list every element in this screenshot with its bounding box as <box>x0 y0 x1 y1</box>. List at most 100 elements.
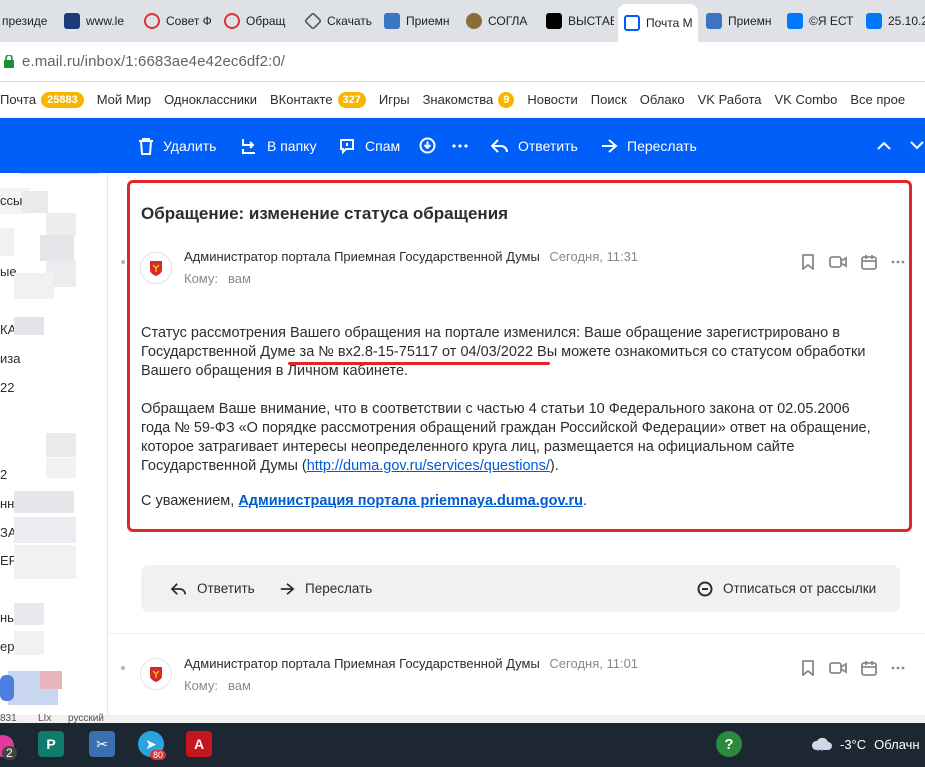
sender-avatar[interactable] <box>140 252 172 284</box>
spam-icon <box>340 138 354 154</box>
portal-item-vk-work[interactable]: VK Работа <box>698 92 762 107</box>
message-subject: Обращение: изменение статуса обращения <box>141 204 509 223</box>
recipient-line: Кому: вам <box>184 271 251 286</box>
calendar-icon[interactable] <box>861 254 877 270</box>
sidebar-folder-label[interactable]: нь <box>0 610 14 625</box>
bookmark-icon[interactable] <box>801 660 815 676</box>
emblem-icon <box>64 13 80 29</box>
sidebar-folder-label[interactable]: нн <box>0 496 14 511</box>
sender-name[interactable]: Администратор портала Приемная Государст… <box>184 249 540 264</box>
cloud-icon <box>811 737 832 752</box>
publisher-icon[interactable]: P <box>38 731 64 757</box>
reply-bottom-button[interactable]: Ответить <box>171 565 255 612</box>
sender-line: Администратор портала Приемная Государст… <box>184 656 638 671</box>
portal-item-news[interactable]: Новости <box>527 92 577 107</box>
emblem-round-icon <box>466 13 482 29</box>
delete-button[interactable]: Удалить <box>138 118 216 173</box>
coat-of-arms-icon <box>150 261 162 276</box>
tab-8-active[interactable]: Почта М <box>618 4 698 42</box>
to-label: Кому: <box>184 271 218 286</box>
video-call-icon[interactable] <box>829 254 847 270</box>
prev-message-button[interactable] <box>877 118 891 173</box>
reply-button[interactable]: Ответить <box>491 118 578 173</box>
tab-label: Почта М <box>646 16 693 30</box>
portal-label: Мой Мир <box>96 92 152 107</box>
tab-label: ©Я ЕСТ <box>809 14 854 28</box>
portal-item-vk-combo[interactable]: VK Combo <box>775 92 838 107</box>
to-value: вам <box>228 271 251 286</box>
portal-item-vk[interactable]: ВКонтакте 327 <box>270 91 366 108</box>
tab-7[interactable]: ВЫСТАВ <box>544 6 614 36</box>
spam-button[interactable]: Спам <box>338 118 400 173</box>
cube-icon <box>303 11 323 31</box>
unsubscribe-button[interactable]: Отписаться от рассылки <box>697 565 876 612</box>
tab-4[interactable]: Скачать <box>303 6 377 36</box>
more-dots-icon <box>452 143 468 148</box>
duma-icon <box>706 13 722 29</box>
pdf-reader-icon[interactable]: A <box>186 731 212 757</box>
registration-number-highlight <box>288 362 550 365</box>
calendar-icon[interactable] <box>861 660 877 676</box>
move-to-folder-button[interactable]: В папку <box>240 118 316 173</box>
portal-item-moimir[interactable]: Мой Мир <box>97 92 151 107</box>
tab-label: Скачать <box>327 14 372 28</box>
forward-bottom-button[interactable]: Переслать <box>279 565 372 612</box>
sender-name[interactable]: Администратор портала Приемная Государст… <box>184 656 540 671</box>
tab-2[interactable]: Совет Ф <box>142 6 214 36</box>
unread-dot <box>121 666 125 670</box>
sidebar-folder-label[interactable]: 2 <box>0 467 7 482</box>
portal-item-games[interactable]: Игры <box>379 92 410 107</box>
portal-item-dating[interactable]: Знакомства 9 <box>423 91 515 108</box>
portal-item-cloud[interactable]: Облако <box>640 92 685 107</box>
tab-label: СОГЛА <box>488 14 528 28</box>
portal-admin-link[interactable]: Администрация портала priemnaya.duma.gov… <box>238 493 583 509</box>
archive-button[interactable] <box>419 118 436 173</box>
duma-questions-link[interactable]: http://duma.gov.ru/services/questions/ <box>307 458 550 474</box>
council-icon <box>224 13 240 29</box>
more-button[interactable] <box>452 118 468 173</box>
tab-10[interactable]: ©Я ЕСТ <box>785 6 857 36</box>
sidebar-folder-label[interactable]: 22 <box>0 380 14 395</box>
portal-item-mail[interactable]: Почта 25883 <box>0 91 84 108</box>
body-line: Статус рассмотрения Вашего обращения на … <box>141 325 840 341</box>
forward-icon <box>602 138 618 153</box>
reply-icon <box>491 138 508 153</box>
tab-9[interactable]: Приемн <box>704 6 780 36</box>
bookmark-icon[interactable] <box>801 254 815 270</box>
sender-line: Администратор портала Приемная Государст… <box>184 249 638 264</box>
tab-3[interactable]: Обращ <box>222 6 294 36</box>
tab-6[interactable]: СОГЛА <box>464 6 536 36</box>
vk-count-badge: 327 <box>337 91 366 108</box>
portal-item-ok[interactable]: Одноклассники <box>164 92 257 107</box>
sender-avatar[interactable] <box>140 658 172 690</box>
more-dots-icon[interactable] <box>891 666 905 670</box>
portal-label: VK Работа <box>697 92 762 107</box>
help-icon[interactable]: ? <box>716 731 742 757</box>
body-line: года № 59-ФЗ «О порядке рассмотрения обр… <box>141 420 871 436</box>
tab-1[interactable]: www.le <box>62 6 134 36</box>
address-bar[interactable]: e.mail.ru/inbox/1:6683ae4e42ec6df2:0/ <box>0 42 925 82</box>
lock-icon <box>4 55 14 68</box>
portal-item-all-projects[interactable]: Все прое <box>850 92 905 107</box>
tab-5[interactable]: Приемн <box>382 6 458 36</box>
body-text: Государственной Думы ( <box>141 458 307 474</box>
spam-label: Спам <box>365 137 401 154</box>
unsubscribe-label: Отписаться от рассылки <box>723 581 877 596</box>
weather-widget[interactable]: -3°C Облачн <box>810 736 920 752</box>
portal-label: Игры <box>378 92 410 107</box>
forward-button[interactable]: Переслать <box>600 118 697 173</box>
chevron-up-icon <box>877 141 891 150</box>
tab-11[interactable]: 25.10.2 <box>864 6 925 36</box>
chevron-down-icon <box>910 141 924 150</box>
tab-0[interactable]: президе <box>0 6 56 36</box>
tab-label: 25.10.2 <box>888 14 925 28</box>
sidebar-folder-label[interactable]: иза <box>0 351 20 366</box>
snipping-tool-icon[interactable]: ✂ <box>89 731 115 757</box>
next-message-button[interactable] <box>910 118 924 173</box>
body-line: Обращаем Ваше внимание, что в соответств… <box>141 401 850 417</box>
signature-text: . <box>582 493 587 509</box>
more-dots-icon[interactable] <box>891 260 905 264</box>
move-label: В папку <box>267 137 317 154</box>
portal-item-search[interactable]: Поиск <box>591 92 627 107</box>
video-call-icon[interactable] <box>829 660 847 676</box>
